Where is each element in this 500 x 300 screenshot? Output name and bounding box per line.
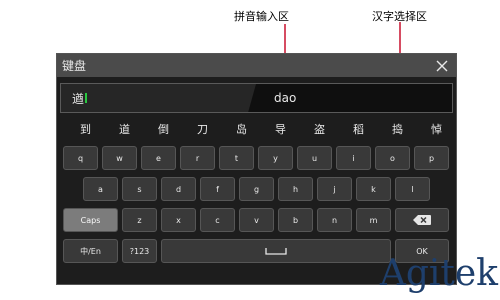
keyboard-dialog: 键盘 遒 dao 到 道 倒 刀 岛 导 盗 稻 捣 悼 q w e r t y… xyxy=(56,53,457,285)
key-w[interactable]: w xyxy=(102,146,137,170)
composed-text-field[interactable]: 遒 xyxy=(61,84,256,112)
space-key[interactable] xyxy=(161,239,391,263)
lang-switch-key[interactable]: 中/En xyxy=(63,239,118,263)
candidate-item[interactable]: 捣 xyxy=(392,121,403,137)
candidate-item[interactable]: 导 xyxy=(275,121,286,137)
key-z[interactable]: z xyxy=(122,208,157,232)
key-h[interactable]: h xyxy=(278,177,313,201)
close-icon[interactable] xyxy=(434,58,450,74)
candidate-item[interactable]: 盗 xyxy=(314,121,325,137)
space-bar-icon xyxy=(265,247,287,255)
key-c[interactable]: c xyxy=(200,208,235,232)
key-a[interactable]: a xyxy=(83,177,118,201)
key-o[interactable]: o xyxy=(375,146,410,170)
candidate-item[interactable]: 岛 xyxy=(236,121,247,137)
candidate-item[interactable]: 刀 xyxy=(197,121,208,137)
key-q[interactable]: q xyxy=(63,146,98,170)
backspace-icon xyxy=(412,214,432,226)
key-m[interactable]: m xyxy=(356,208,391,232)
pinyin-area-annotation: 拼音输入区 xyxy=(234,10,289,23)
agitek-watermark: Agitek xyxy=(379,253,498,294)
text-cursor xyxy=(85,93,88,103)
candidate-item[interactable]: 悼 xyxy=(431,121,442,137)
key-n[interactable]: n xyxy=(317,208,352,232)
key-d[interactable]: d xyxy=(161,177,196,201)
pinyin-input[interactable]: dao xyxy=(256,84,452,112)
key-e[interactable]: e xyxy=(141,146,176,170)
caps-key[interactable]: Caps xyxy=(63,208,118,232)
key-g[interactable]: g xyxy=(239,177,274,201)
backspace-key[interactable] xyxy=(395,208,449,232)
candidate-item[interactable]: 倒 xyxy=(158,121,169,137)
key-t[interactable]: t xyxy=(219,146,254,170)
key-v[interactable]: v xyxy=(239,208,274,232)
symbols-key[interactable]: ?123 xyxy=(122,239,157,263)
key-j[interactable]: j xyxy=(317,177,352,201)
key-s[interactable]: s xyxy=(122,177,157,201)
hanzi-area-annotation: 汉字选择区 xyxy=(372,10,427,23)
key-l[interactable]: l xyxy=(395,177,430,201)
key-i[interactable]: i xyxy=(336,146,371,170)
key-r[interactable]: r xyxy=(180,146,215,170)
key-f[interactable]: f xyxy=(200,177,235,201)
candidate-item[interactable]: 到 xyxy=(80,121,91,137)
key-b[interactable]: b xyxy=(278,208,313,232)
key-y[interactable]: y xyxy=(258,146,293,170)
key-u[interactable]: u xyxy=(297,146,332,170)
pinyin-value: dao xyxy=(274,91,297,105)
candidate-row: 到 道 倒 刀 岛 导 盗 稻 捣 悼 xyxy=(60,118,453,140)
key-k[interactable]: k xyxy=(356,177,391,201)
dialog-titlebar: 键盘 xyxy=(57,54,456,77)
key-x[interactable]: x xyxy=(161,208,196,232)
candidate-item[interactable]: 稻 xyxy=(353,121,364,137)
dialog-title: 键盘 xyxy=(62,59,87,73)
candidate-item[interactable]: 道 xyxy=(119,121,130,137)
input-row: 遒 dao xyxy=(60,83,453,113)
composed-text: 遒 xyxy=(72,91,85,106)
key-p[interactable]: p xyxy=(414,146,449,170)
